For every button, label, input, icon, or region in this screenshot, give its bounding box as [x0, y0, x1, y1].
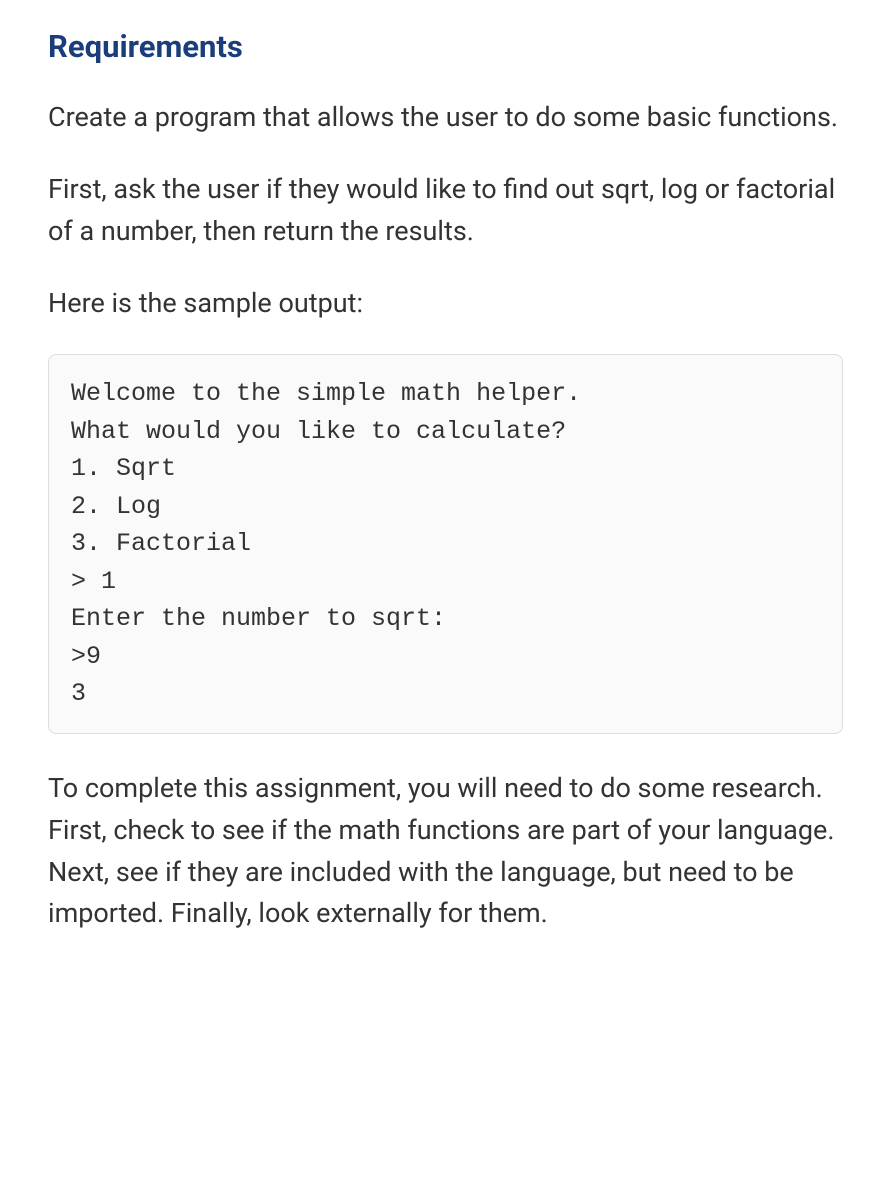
sample-output-label: Here is the sample output: [48, 283, 843, 325]
research-paragraph: To complete this assignment, you will ne… [48, 768, 843, 935]
intro-paragraph: Create a program that allows the user to… [48, 97, 843, 139]
section-heading: Requirements [48, 28, 843, 65]
sample-output-code: Welcome to the simple math helper. What … [48, 354, 843, 734]
instruction-paragraph: First, ask the user if they would like t… [48, 169, 843, 253]
